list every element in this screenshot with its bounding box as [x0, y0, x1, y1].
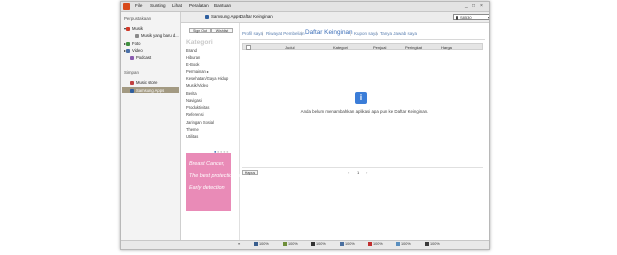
- table-footer: Hapus ‹ 1 ›: [242, 167, 483, 178]
- tab-purchase-history[interactable]: Riwayat Pembelian: [266, 31, 305, 36]
- category-item[interactable]: Brand: [186, 48, 197, 53]
- tab-coupons[interactable]: Kupon saya: [354, 31, 378, 36]
- category-item[interactable]: Hiburan: [186, 55, 200, 60]
- page-number: 1: [357, 170, 360, 175]
- tab-separator: |: [350, 31, 352, 36]
- category-item[interactable]: Referensi: [186, 112, 204, 117]
- info-icon: i: [355, 92, 367, 104]
- ad-banner[interactable]: Breast Cancer, The best protection is Ea…: [186, 153, 241, 211]
- sidebar-item-musik[interactable]: ▾ Musik: [124, 26, 143, 31]
- music-icon: [126, 26, 131, 31]
- category-item[interactable]: Berita: [186, 91, 197, 96]
- status-item: 100%: [340, 242, 355, 246]
- storage-podcast-icon: [340, 242, 344, 246]
- photo-icon: [126, 41, 131, 46]
- tab-separator: |: [301, 31, 303, 36]
- close-icon[interactable]: ×: [480, 3, 483, 9]
- status-item: 100%: [254, 242, 269, 246]
- tab-profile[interactable]: Profil saya: [242, 31, 263, 36]
- table-header: Judul Kategori Penjual Peringkat Harga: [242, 43, 483, 50]
- ad-text: The best protection is: [189, 173, 241, 179]
- menu-bantuan[interactable]: Bantuan: [214, 3, 231, 8]
- menu-lihat[interactable]: Lihat: [172, 3, 182, 8]
- ad-text: Breast Cancer,: [189, 161, 225, 167]
- category-item[interactable]: Utilitas: [186, 134, 198, 139]
- app-logo-icon: [123, 3, 130, 10]
- podcast-icon: [130, 55, 134, 60]
- sidebar-item-new-music[interactable]: Musik yang baru d...: [135, 33, 179, 38]
- status-item: 100%: [425, 242, 440, 246]
- delete-button[interactable]: Hapus: [242, 170, 258, 175]
- store-heading: Simpan: [124, 70, 139, 75]
- main-content: Profil saya | Riwayat Pembelian | Daftar…: [240, 23, 489, 248]
- tab-separator: |: [376, 31, 378, 36]
- next-page-button[interactable]: ›: [366, 170, 367, 175]
- sidebar-item-video[interactable]: ▸ Video: [124, 48, 143, 53]
- category-item[interactable]: Produktivitas: [186, 105, 209, 110]
- column-header-category[interactable]: Kategori: [333, 45, 348, 50]
- tab-qa[interactable]: Tanya Jawab saya: [380, 31, 417, 36]
- tab-underline: [240, 39, 485, 40]
- status-item: 100%: [368, 242, 383, 246]
- status-bar: ≡ 100% 100% 100% 100% 100% 100% 100%: [121, 240, 489, 249]
- music-store-icon: [130, 80, 134, 85]
- category-item[interactable]: Theme: [186, 127, 199, 132]
- category-item[interactable]: E-Book: [186, 62, 199, 67]
- menu-sunting[interactable]: Sunting: [150, 3, 166, 8]
- device-selector[interactable]: S8530 ▾: [453, 14, 490, 20]
- sidebar-item-foto[interactable]: ▸ Foto: [124, 41, 140, 46]
- tab-wishlist[interactable]: Daftar Keinginan: [305, 29, 353, 36]
- app-window: File Sunting Lihat Peralatan Bantuan _ □…: [120, 1, 490, 250]
- column-header-price[interactable]: Harga: [441, 45, 452, 50]
- top-bar: Samsung Apps › Daftar Keinginan S8530 ▾ …: [181, 12, 489, 23]
- status-item: 100%: [283, 242, 298, 246]
- prev-page-button[interactable]: ‹: [348, 170, 349, 175]
- column-header-rating[interactable]: Peringkat: [405, 45, 422, 50]
- tab-separator: |: [262, 31, 264, 36]
- menu-file[interactable]: File: [135, 3, 142, 8]
- sign-out-button[interactable]: Sign Out: [189, 28, 211, 33]
- sidebar: Perpustakaan ▾ Musik Musik yang baru d...…: [121, 12, 181, 248]
- category-panel: Sign Out Wishlist Kategori Brand Hiburan…: [181, 23, 241, 248]
- samsung-apps-icon: [130, 88, 134, 93]
- menu-peralatan[interactable]: Peralatan: [189, 3, 209, 8]
- menu-bar: File Sunting Lihat Peralatan Bantuan _ □…: [121, 2, 489, 12]
- wishlist-button[interactable]: Wishlist: [211, 28, 233, 33]
- music-file-icon: [135, 33, 139, 38]
- breadcrumb-current: Daftar Keinginan: [240, 14, 273, 19]
- column-header-title[interactable]: Judul: [285, 45, 295, 50]
- storage-music-icon: [254, 242, 258, 246]
- video-icon: [126, 48, 131, 53]
- sidebar-item-music-store[interactable]: Music store: [130, 80, 157, 85]
- phone-icon: [456, 15, 458, 20]
- storage-video-icon: [311, 242, 315, 246]
- sidebar-item-podcast[interactable]: Podcast: [130, 55, 151, 60]
- category-item[interactable]: Kesehatan/Gaya Hidup: [186, 76, 228, 81]
- category-item[interactable]: Jaringan Sosial: [186, 120, 214, 125]
- select-all-checkbox[interactable]: [246, 45, 251, 50]
- minimize-icon[interactable]: _: [465, 3, 468, 9]
- library-heading: Perpustakaan: [124, 16, 152, 21]
- ad-text: Early detection: [189, 185, 225, 191]
- status-toggle-icon[interactable]: ≡: [238, 242, 240, 246]
- storage-docs-icon: [396, 242, 400, 246]
- category-item[interactable]: Navigasi: [186, 98, 202, 103]
- category-item[interactable]: Permainan ▸: [186, 69, 209, 74]
- category-item[interactable]: Musik/Video: [186, 83, 208, 88]
- chevron-down-icon: ▾: [487, 15, 490, 20]
- sidebar-item-samsung-apps[interactable]: Samsung Apps: [130, 88, 164, 93]
- storage-apps-icon: [368, 242, 372, 246]
- storage-photo-icon: [283, 242, 287, 246]
- status-item: 100%: [396, 242, 411, 246]
- samsung-apps-icon: [205, 14, 209, 19]
- empty-message: Anda belum menambahkan aplikasi apa pun …: [300, 109, 429, 114]
- column-header-seller[interactable]: Penjual: [373, 45, 386, 50]
- storage-other-icon: [425, 242, 429, 246]
- category-heading: Kategori: [186, 39, 213, 46]
- breadcrumb-separator: ›: [234, 14, 236, 19]
- status-item: 100%: [311, 242, 326, 246]
- maximize-icon[interactable]: □: [472, 3, 475, 9]
